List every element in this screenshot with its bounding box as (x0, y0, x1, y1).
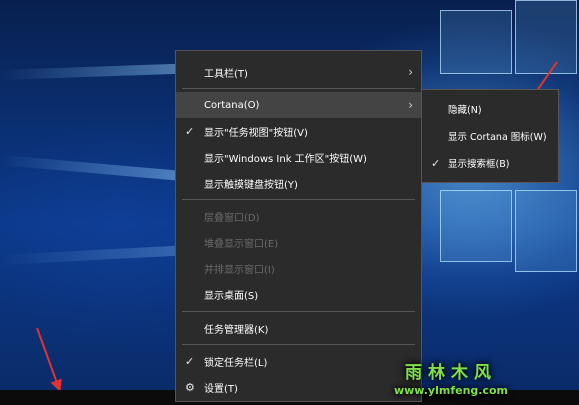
check-icon: ✓ (185, 354, 195, 368)
windows-logo-pane (440, 10, 512, 74)
menu-separator (182, 344, 415, 345)
menu-item-label: 堆叠显示窗口(E) (204, 238, 279, 250)
menu-separator (182, 311, 415, 312)
menu-item-stack-windows[interactable]: 堆叠显示窗口(E) (176, 229, 421, 255)
taskbar-context-menu: 工具栏(T) › Cortana(O) › ✓ 显示"任务视图"按钮(V) 显示… (175, 50, 422, 402)
menu-item-task-view-button[interactable]: ✓ 显示"任务视图"按钮(V) (176, 118, 421, 144)
menu-item-label: 层叠窗口(D) (204, 212, 260, 224)
check-icon: ✓ (185, 124, 195, 138)
windows-logo-pane (515, 190, 577, 272)
menu-item-windows-ink-button[interactable]: 显示"Windows Ink 工作区"按钮(W) (176, 144, 421, 170)
menu-item-show-desktop[interactable]: 显示桌面(S) (176, 281, 421, 307)
menu-item-task-manager[interactable]: 任务管理器(K) (176, 315, 421, 341)
menu-item-label: 设置(T) (204, 383, 238, 395)
chevron-right-icon: › (408, 98, 413, 112)
menu-separator (182, 199, 415, 200)
menu-item-label: 任务管理器(K) (204, 324, 269, 336)
menu-item-toolbars[interactable]: 工具栏(T) › (176, 59, 421, 85)
gear-icon: ⚙ (185, 380, 195, 394)
menu-item-label: 并排显示窗口(I) (204, 264, 275, 276)
watermark: 雨林木风 www.ylmfeng.com (366, 358, 536, 402)
menu-item-label: 锁定任务栏(L) (204, 357, 268, 369)
windows-logo-pane (515, 0, 577, 74)
menu-item-label: 显示"Windows Ink 工作区"按钮(W) (204, 153, 367, 165)
menu-item-cascade-windows[interactable]: 层叠窗口(D) (176, 203, 421, 229)
menu-separator (182, 88, 415, 89)
submenu-item-show-cortana-icon[interactable]: 显示 Cortana 图标(W) (422, 123, 558, 149)
chevron-right-icon: › (408, 65, 413, 79)
watermark-title: 雨林木风 (405, 363, 497, 383)
windows-logo-pane (440, 190, 512, 262)
submenu-item-hidden[interactable]: 隐藏(N) (422, 96, 558, 122)
menu-item-label: Cortana(O) (204, 99, 260, 111)
menu-item-label: 显示触摸键盘按钮(Y) (204, 179, 298, 191)
menu-item-cortana[interactable]: Cortana(O) › (176, 92, 421, 118)
menu-item-label: 显示"任务视图"按钮(V) (204, 127, 308, 139)
watermark-url: www.ylmfeng.com (393, 384, 509, 397)
menu-item-side-by-side-windows[interactable]: 并排显示窗口(I) (176, 255, 421, 281)
cortana-submenu: 隐藏(N) 显示 Cortana 图标(W) ✓ 显示搜索框(B) (421, 89, 559, 183)
submenu-item-label: 隐藏(N) (448, 105, 482, 116)
submenu-item-show-search-box[interactable]: ✓ 显示搜索框(B) (422, 150, 558, 176)
menu-item-label: 显示桌面(S) (204, 290, 259, 302)
menu-item-label: 工具栏(T) (204, 68, 248, 80)
check-icon: ✓ (431, 156, 441, 170)
menu-item-touch-keyboard-button[interactable]: 显示触摸键盘按钮(Y) (176, 170, 421, 196)
submenu-item-label: 显示 Cortana 图标(W) (448, 132, 547, 143)
submenu-item-label: 显示搜索框(B) (448, 159, 510, 170)
